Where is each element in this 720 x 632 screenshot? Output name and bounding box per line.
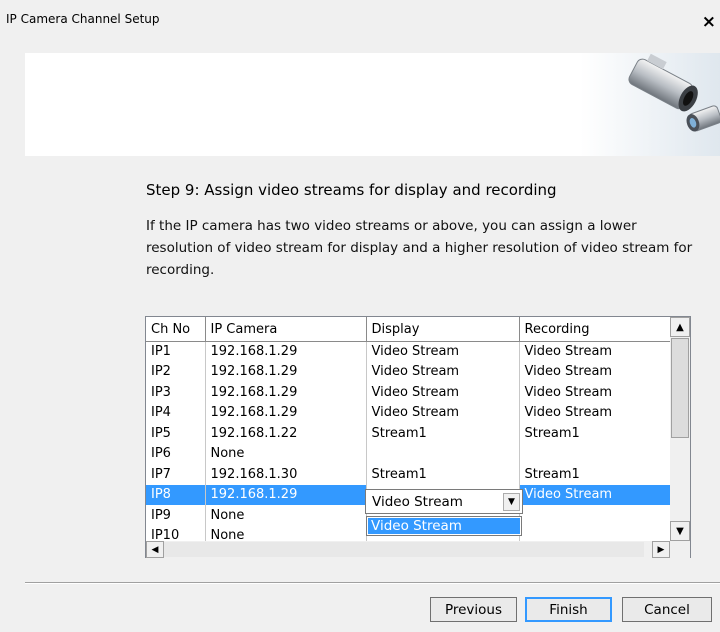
cell-ch-no: IP4 (146, 402, 206, 423)
close-icon[interactable]: × (702, 14, 716, 31)
cancel-button[interactable]: Cancel (622, 597, 712, 622)
cell-ch-no: IP9 (146, 505, 206, 526)
header-banner (25, 53, 720, 156)
column-header-recording[interactable]: Recording (519, 317, 671, 342)
cell-display[interactable]: Stream1 (366, 464, 520, 485)
title-bar: IP Camera Channel Setup × (0, 0, 720, 38)
scroll-right-icon[interactable]: ▶ (652, 541, 670, 558)
dropdown-value: Video Stream (372, 494, 463, 510)
dropdown-option[interactable]: Video Stream (368, 518, 520, 534)
scroll-up-icon[interactable]: ▲ (670, 317, 690, 337)
scroll-left-icon[interactable]: ◀ (146, 541, 164, 558)
cell-ip-camera: 192.168.1.29 (205, 484, 367, 505)
cell-recording[interactable]: Stream1 (519, 464, 671, 485)
cell-ch-no: IP8 (146, 484, 206, 505)
cell-ip-camera: 192.168.1.29 (205, 341, 367, 362)
cell-display[interactable]: Video Stream (366, 361, 520, 382)
cell-ip-camera: 192.168.1.29 (205, 361, 367, 382)
table-row[interactable]: IP1 192.168.1.29 Video Stream Video Stre… (146, 341, 671, 362)
cell-ch-no: IP3 (146, 382, 206, 403)
display-stream-dropdown[interactable]: Video Stream ▼ (365, 489, 523, 514)
previous-button[interactable]: Previous (430, 597, 517, 622)
cell-recording[interactable] (519, 443, 671, 464)
cell-ip-camera: 192.168.1.22 (205, 423, 367, 444)
table-row[interactable]: IP6 None (146, 443, 671, 464)
ip-camera-icon (580, 53, 720, 156)
cell-recording[interactable] (519, 505, 671, 526)
horizontal-scrollbar[interactable]: ◀ ▶ (146, 541, 670, 558)
cell-recording[interactable]: Video Stream (519, 402, 671, 423)
cell-display[interactable] (366, 443, 520, 464)
chevron-down-icon[interactable]: ▼ (503, 493, 520, 511)
scrollbar-corner (670, 541, 690, 558)
cell-ch-no: IP7 (146, 464, 206, 485)
cell-ch-no: IP6 (146, 443, 206, 464)
table-row[interactable]: IP3 192.168.1.29 Video Stream Video Stre… (146, 382, 671, 403)
table-row[interactable]: IP4 192.168.1.29 Video Stream Video Stre… (146, 402, 671, 423)
table-row[interactable]: IP5 192.168.1.22 Stream1 Stream1 (146, 423, 671, 444)
cell-display[interactable]: Video Stream (366, 402, 520, 423)
column-header-ip-camera[interactable]: IP Camera (205, 317, 367, 342)
vertical-scrollbar[interactable]: ▲ ▼ (670, 317, 690, 541)
cell-recording[interactable]: Video Stream (519, 361, 671, 382)
cell-ch-no: IP1 (146, 341, 206, 362)
cell-display[interactable]: Stream1 (366, 423, 520, 444)
cell-ch-no: IP5 (146, 423, 206, 444)
cell-recording[interactable]: Video Stream (519, 382, 671, 403)
scroll-down-icon[interactable]: ▼ (670, 521, 690, 541)
cell-recording[interactable]: Stream1 (519, 423, 671, 444)
table-row[interactable]: IP7 192.168.1.30 Stream1 Stream1 (146, 464, 671, 485)
cell-ip-camera: None (205, 505, 367, 526)
cell-ip-camera: None (205, 443, 367, 464)
dropdown-list: Video Stream (366, 516, 522, 536)
finish-button[interactable]: Finish (525, 597, 612, 622)
table-header: Ch No IP Camera Display Recording (146, 317, 671, 342)
footer-divider (25, 582, 720, 584)
cell-ip-camera: 192.168.1.29 (205, 402, 367, 423)
window-title: IP Camera Channel Setup (6, 12, 160, 26)
cell-display[interactable]: Video Stream (366, 382, 520, 403)
cell-display[interactable]: Video Stream (366, 341, 520, 362)
cell-ip-camera: 192.168.1.30 (205, 464, 367, 485)
step-heading: Step 9: Assign video streams for display… (146, 181, 557, 199)
cell-ip-camera: 192.168.1.29 (205, 382, 367, 403)
step-description: If the IP camera has two video streams o… (146, 218, 693, 278)
horizontal-scroll-thumb[interactable] (164, 542, 644, 557)
table-row[interactable]: IP2 192.168.1.29 Video Stream Video Stre… (146, 361, 671, 382)
column-header-display[interactable]: Display (366, 317, 520, 342)
cell-ch-no: IP2 (146, 361, 206, 382)
vertical-scroll-thumb[interactable] (671, 338, 689, 438)
column-header-ch-no[interactable]: Ch No (146, 317, 206, 342)
cell-recording[interactable]: Video Stream (519, 484, 671, 505)
cell-recording[interactable]: Video Stream (519, 341, 671, 362)
